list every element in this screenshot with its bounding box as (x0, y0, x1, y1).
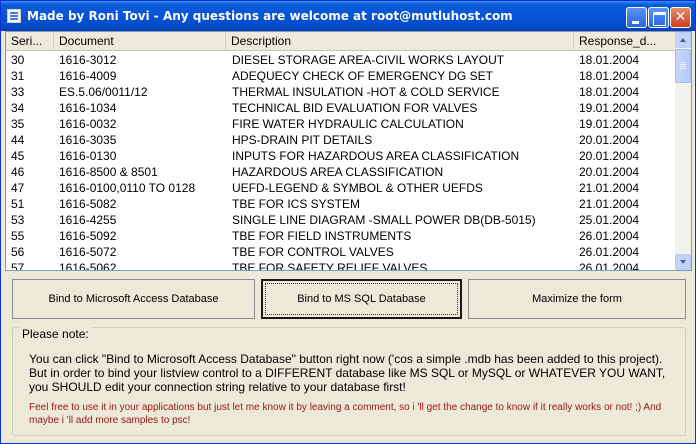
cell-serial: 45 (11, 149, 25, 163)
table-row[interactable]: 47 1616-0100,0110 TO 0128 UEFD-LEGEND & SY… (6, 180, 676, 196)
cell-description: TBE FOR CONTROL VALVES (232, 245, 394, 259)
table-row[interactable]: 51 1616-5082 TBE FOR ICS SYSTEM 21.01.2004 (6, 196, 676, 212)
cell-document: 1616-5092 (59, 229, 117, 243)
cell-document: 1616-4009 (59, 69, 117, 83)
cell-serial: 44 (11, 133, 25, 147)
cell-document: 1616-0130 (59, 149, 117, 163)
table-row[interactable]: 30 1616-3012 DIESEL STORAGE AREA-CIVIL WOR… (6, 52, 676, 68)
note-legend: Please note: (19, 327, 92, 341)
table-row[interactable]: 45 1616-0130 INPUTS FOR HAZARDOUS AREA CLA… (6, 148, 676, 164)
cell-description: UEFD-LEGEND & SYMBOL & OTHER UEFDS (232, 181, 483, 195)
cell-document: 1616-3035 (59, 133, 117, 147)
table-row[interactable]: 57 1616-5062 TBE FOR SAFETY RELIEF VALVES 2… (6, 260, 676, 271)
cell-response-date: 26.01.2004 (579, 245, 640, 259)
note-groupbox: Please note: You can click "Bind to Micr… (12, 327, 686, 436)
cell-serial: 34 (11, 101, 25, 115)
documents-listview[interactable]: Seri... Document Description Response_d.… (5, 31, 692, 271)
cell-document: 1616-5072 (59, 245, 117, 259)
cell-document: 1616-1034 (59, 101, 117, 115)
cell-description: HPS-DRAIN PIT DETAILS (232, 133, 373, 147)
cell-serial: 51 (11, 197, 25, 211)
cell-description: TBE FOR SAFETY RELIEF VALVES (232, 261, 428, 271)
cell-document: ES.5.06/0011/12 (59, 85, 148, 99)
table-row[interactable]: 44 1616-3035 HPS-DRAIN PIT DETAILS 20.01.20… (6, 132, 676, 148)
title-bar[interactable]: Made by Roni Tovi - Any questions are we… (1, 1, 695, 31)
cell-serial: 33 (11, 85, 25, 99)
cell-response-date: 18.01.2004 (579, 69, 640, 83)
cell-serial: 47 (11, 181, 25, 195)
cell-description: DIESEL STORAGE AREA-CIVIL WORKS LAYOUT (232, 53, 505, 67)
cell-document: 1616-8500 & 8501 (59, 165, 158, 179)
cell-response-date: 25.01.2004 (579, 213, 640, 227)
cell-description: HAZARDOUS AREA CLASSIFICATION (232, 165, 444, 179)
close-icon: ✕ (674, 9, 687, 25)
cell-description: TBE FOR ICS SYSTEM (232, 197, 361, 211)
table-row[interactable]: 56 1616-5072 TBE FOR CONTROL VALVES 26.01.2… (6, 244, 676, 260)
cell-response-date: 26.01.2004 (579, 229, 640, 243)
table-row[interactable]: 34 1616-1034 TECHNICAL BID EVALUATION FOR … (6, 100, 676, 116)
cell-document: 1616-0032 (59, 117, 117, 131)
close-button[interactable]: ✕ (670, 7, 691, 28)
cell-response-date: 18.01.2004 (579, 53, 640, 67)
note-footer: Feel free to use it in your applications… (29, 402, 662, 426)
cell-serial: 31 (11, 69, 25, 83)
cell-document: 1616-5082 (59, 197, 117, 211)
cell-description: THERMAL INSULATION -HOT & COLD SERVICE (232, 85, 500, 99)
cell-description: ADEQUECY CHECK OF EMERGENCY DG SET (232, 69, 493, 83)
cell-response-date: 20.01.2004 (579, 149, 640, 163)
table-row[interactable]: 55 1616-5092 TBE FOR FIELD INSTRUMENTS 26.0… (6, 228, 676, 244)
table-row[interactable]: 31 1616-4009 ADEQUECY CHECK OF EMERGENCY D… (6, 68, 676, 84)
cell-response-date: 21.01.2004 (579, 197, 640, 211)
scroll-thumb[interactable] (675, 49, 691, 83)
cell-serial: 56 (11, 245, 25, 259)
cell-description: INPUTS FOR HAZARDOUS AREA CLASSIFICATION (232, 149, 520, 163)
cell-description: TECHNICAL BID EVALUATION FOR VALVES (232, 101, 478, 115)
table-row[interactable]: 35 1616-0032 FIRE WATER HYDRAULIC CALCULAT… (6, 116, 676, 132)
cell-response-date: 21.01.2004 (579, 181, 640, 195)
cell-description: FIRE WATER HYDRAULIC CALCULATION (232, 117, 464, 131)
cell-serial: 35 (11, 117, 25, 131)
note-text: You can click "Bind to Microsoft Access … (29, 352, 666, 394)
cell-response-date: 20.01.2004 (579, 165, 640, 179)
cell-document: 1616-5062 (59, 261, 117, 271)
maximize-button[interactable] (648, 7, 669, 28)
table-row[interactable]: 33 ES.5.06/0011/12 THERMAL INSULATION -HOT… (6, 84, 676, 100)
column-header-response-date[interactable]: Response_d... (574, 32, 676, 51)
maximize-form-button[interactable]: Maximize the form (468, 279, 686, 319)
table-row[interactable]: 53 1616-4255 SINGLE LINE DIAGRAM -SMALL PO… (6, 212, 676, 228)
cell-serial: 46 (11, 165, 25, 179)
cell-serial: 55 (11, 229, 25, 243)
cell-response-date: 26.01.2004 (579, 261, 640, 271)
app-icon[interactable] (7, 9, 21, 23)
cell-document: 1616-0100,0110 TO 0128 (59, 181, 196, 195)
listview-body: 30 1616-3012 DIESEL STORAGE AREA-CIVIL WOR… (6, 52, 676, 271)
vertical-scrollbar[interactable] (675, 32, 691, 270)
column-header-serial[interactable]: Seri... (6, 32, 54, 51)
minimize-button[interactable] (626, 7, 647, 28)
cell-response-date: 19.01.2004 (579, 117, 640, 131)
main-window: Made by Roni Tovi - Any questions are we… (0, 0, 696, 444)
cell-description: TBE FOR FIELD INSTRUMENTS (232, 229, 412, 243)
cell-document: 1616-3012 (59, 53, 117, 67)
cell-response-date: 19.01.2004 (579, 101, 640, 115)
cell-serial: 30 (11, 53, 25, 67)
column-header-document[interactable]: Document (54, 32, 226, 51)
cell-serial: 53 (11, 213, 25, 227)
cell-serial: 57 (11, 261, 25, 271)
cell-response-date: 20.01.2004 (579, 133, 640, 147)
bind-sql-label: Bind to MS SQL Database (297, 293, 426, 305)
cell-description: SINGLE LINE DIAGRAM -SMALL POWER DB(DB-5… (232, 213, 536, 227)
bind-access-button[interactable]: Bind to Microsoft Access Database (12, 279, 255, 319)
scroll-down-button[interactable] (675, 254, 691, 270)
scroll-up-button[interactable] (675, 32, 691, 48)
listview-header: Seri... Document Description Response_d.… (6, 32, 676, 51)
window-title: Made by Roni Tovi - Any questions are we… (27, 9, 513, 23)
column-header-description[interactable]: Description (226, 32, 574, 51)
table-row[interactable]: 46 1616-8500 & 8501 HAZARDOUS AREA CLASSIF… (6, 164, 676, 180)
bind-sql-button[interactable]: Bind to MS SQL Database (261, 279, 462, 319)
cell-document: 1616-4255 (59, 213, 117, 227)
cell-response-date: 18.01.2004 (579, 85, 640, 99)
